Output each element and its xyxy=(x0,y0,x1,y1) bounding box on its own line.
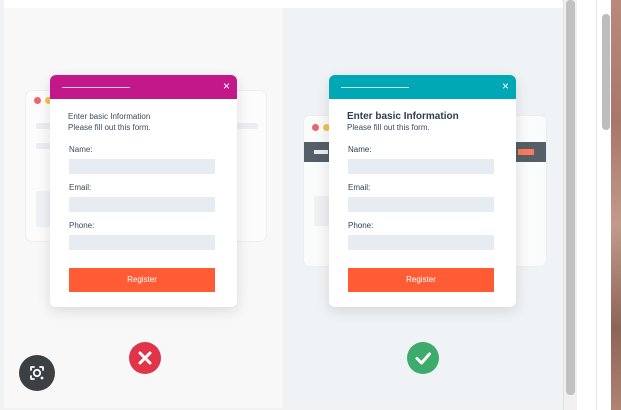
name-label: Name: xyxy=(348,145,372,154)
phone-field[interactable] xyxy=(348,235,494,250)
email-field[interactable] xyxy=(69,197,215,212)
close-icon[interactable]: × xyxy=(502,79,509,93)
phone-field[interactable] xyxy=(69,235,215,250)
header-line xyxy=(341,87,409,88)
side-scrollbar-thumb[interactable] xyxy=(602,14,610,130)
background-line xyxy=(236,123,258,129)
scrollbar-thumb[interactable] xyxy=(566,0,575,395)
close-icon[interactable]: × xyxy=(223,79,230,93)
background-line xyxy=(36,143,50,149)
background-image-edge xyxy=(611,0,621,410)
visual-search-icon[interactable] xyxy=(19,355,55,391)
popup-title: Enter basic Information xyxy=(68,112,151,121)
dot-red xyxy=(34,97,41,104)
navbar-line xyxy=(314,150,328,154)
window-dots xyxy=(312,124,330,131)
navbar-button xyxy=(518,149,534,155)
pane-divider xyxy=(596,0,597,410)
email-field[interactable] xyxy=(348,197,494,212)
name-field[interactable] xyxy=(348,159,494,174)
name-field[interactable] xyxy=(69,159,215,174)
email-label: Email: xyxy=(69,183,92,192)
top-strip xyxy=(4,0,563,8)
bad-example-panel: × Enter basic Information Please fill ou… xyxy=(4,8,283,408)
page: × Enter basic Information Please fill ou… xyxy=(0,0,621,410)
phone-label: Phone: xyxy=(348,221,374,230)
name-label: Name: xyxy=(69,145,93,154)
good-form-popup: × Enter basic Information Please fill ou… xyxy=(329,75,516,307)
check-icon xyxy=(407,342,439,374)
popup-subtitle: Please fill out this form. xyxy=(347,123,430,132)
phone-label: Phone: xyxy=(69,221,95,230)
popup-header: × xyxy=(329,75,516,99)
comparison-image: × Enter basic Information Please fill ou… xyxy=(4,8,563,408)
background-block xyxy=(314,196,330,226)
bad-form-popup: × Enter basic Information Please fill ou… xyxy=(50,75,237,307)
popup-subtitle: Please fill out this form. xyxy=(68,123,151,132)
register-button[interactable]: Register xyxy=(348,268,494,292)
popup-header: × xyxy=(50,75,237,99)
dot-red xyxy=(312,124,319,131)
cross-icon xyxy=(129,342,161,374)
register-button[interactable]: Register xyxy=(69,268,215,292)
popup-title: Enter basic Information xyxy=(347,111,459,122)
good-example-panel: × Enter basic Information Please fill ou… xyxy=(283,8,563,408)
email-label: Email: xyxy=(348,183,371,192)
header-line xyxy=(62,87,130,88)
